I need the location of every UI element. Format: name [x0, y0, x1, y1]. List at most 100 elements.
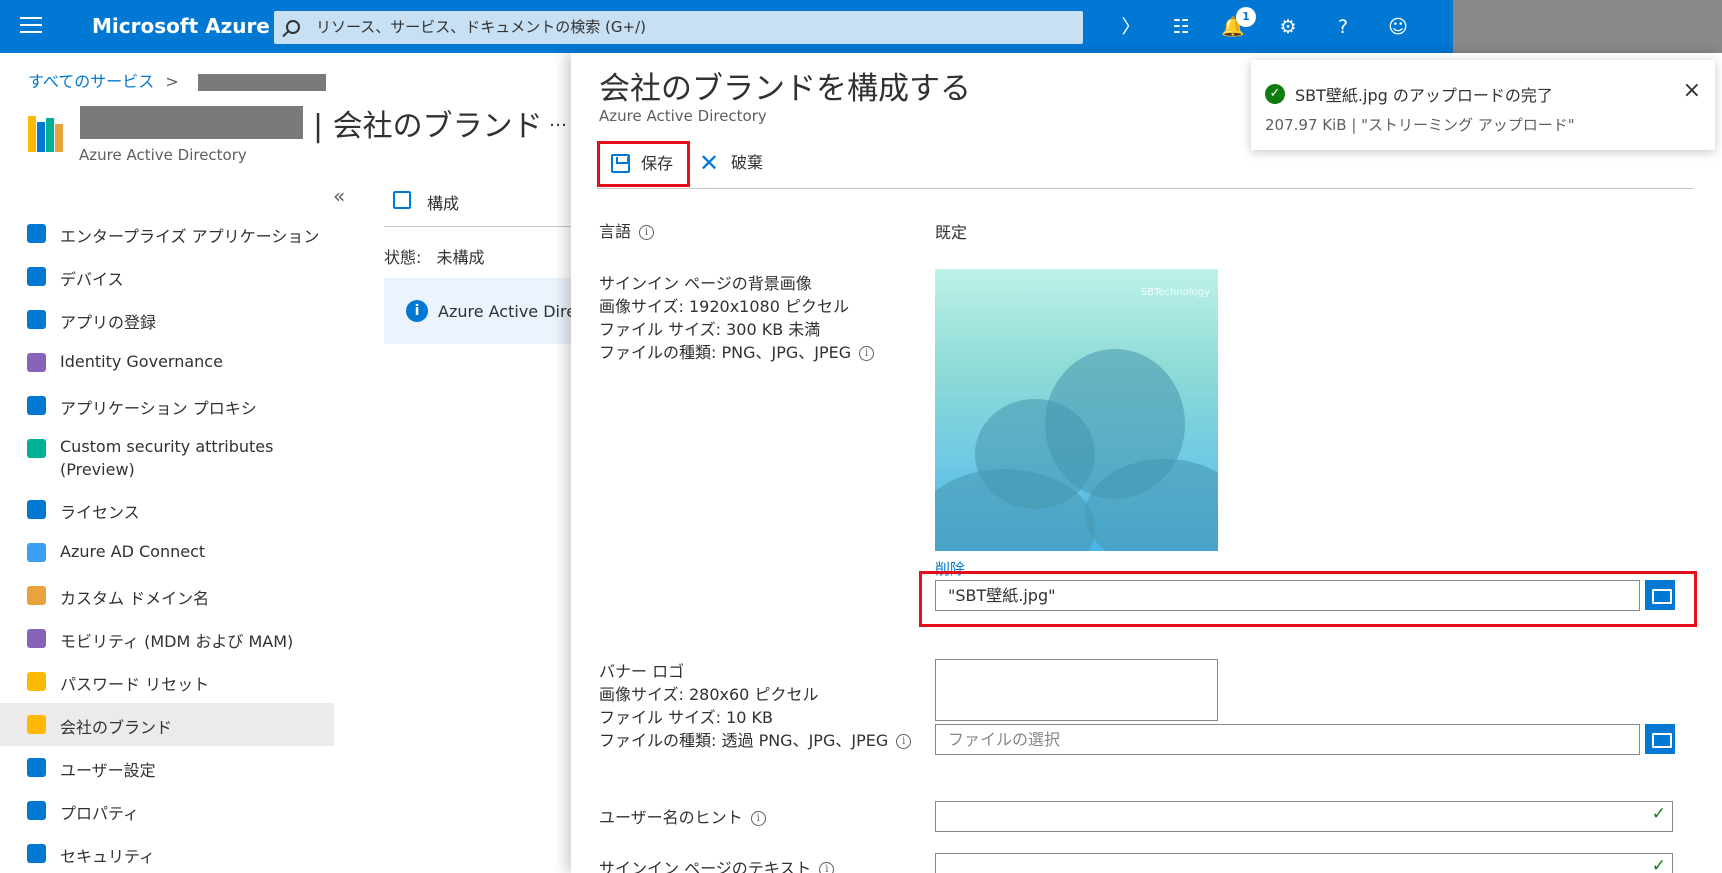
discard-button[interactable]: ✕ 破棄 [699, 151, 763, 175]
toast-message: 207.97 KiB | "ストリーミング アップロード" [1265, 116, 1575, 134]
collapse-sidebar-icon[interactable]: « [333, 184, 345, 208]
sidebar-item-custom-domains[interactable]: カスタム ドメイン名 [0, 574, 334, 617]
search-icon [286, 20, 300, 34]
username-hint-label-row: ユーザー名のヒント i [599, 806, 766, 829]
configure-button[interactable]: 構成 [427, 190, 459, 214]
info-icon[interactable]: i [819, 862, 835, 873]
security-icon [27, 844, 46, 863]
banner-label-filesize: ファイル サイズ: 10 KB [599, 708, 773, 727]
close-icon: ✕ [699, 149, 720, 177]
info-icon: i [406, 300, 428, 322]
panel-subtitle: Azure Active Directory [599, 107, 767, 125]
mobility-icon [27, 629, 46, 648]
sidebar-item-devices[interactable]: デバイス [0, 255, 334, 298]
ad-connect-icon [27, 543, 46, 562]
background-image-preview: SBTechnology [935, 269, 1218, 551]
configure-branding-panel: 会社のブランドを構成する Azure Active Directory 保存 ✕… [571, 53, 1722, 873]
info-icon[interactable]: i [639, 225, 655, 240]
search-input[interactable]: リソース、サービス、ドキュメントの検索 (G+/) [274, 11, 1083, 44]
bg-label-filesize: ファイル サイズ: 300 KB 未満 [599, 320, 821, 339]
sidebar-item-user-settings[interactable]: ユーザー設定 [0, 746, 334, 789]
licenses-icon [27, 500, 46, 519]
tenant-name-redacted [80, 106, 303, 139]
hamburger-menu-icon[interactable] [20, 17, 42, 35]
banner-label-types: ファイルの種類: 透過 PNG、JPG、JPEG i [599, 729, 912, 752]
panel-title: 会社のブランドを構成する [599, 71, 971, 107]
settings-gear-icon[interactable]: ⚙ [1275, 14, 1301, 40]
save-icon [611, 154, 630, 173]
browse-folder-icon[interactable] [1645, 580, 1675, 610]
info-text: Azure Active Directory [438, 302, 574, 321]
breadcrumb-all-services[interactable]: すべてのサービス [28, 72, 154, 91]
cloud-shell-icon[interactable]: 〉 [1118, 14, 1144, 40]
language-value: 既定 [935, 223, 968, 242]
security-attributes-icon [27, 439, 46, 458]
blade-subtitle: Azure Active Directory [79, 146, 247, 164]
close-icon[interactable]: × [1683, 78, 1701, 103]
bg-image-label: サインイン ページの背景画像 画像サイズ: 1920x1080 ピクセル ファイ… [599, 272, 875, 364]
bg-label-title: サインイン ページの背景画像 [599, 274, 812, 293]
identity-governance-icon [27, 353, 46, 372]
sidebar-item-company-branding[interactable]: 会社のブランド [0, 703, 334, 746]
save-label: 保存 [641, 154, 674, 173]
feedback-icon[interactable]: ☺ [1385, 14, 1411, 40]
signin-text-label: サインイン ページのテキスト [599, 859, 812, 873]
app-registrations-icon [27, 310, 46, 329]
bg-label-size: 画像サイズ: 1920x1080 ピクセル [599, 297, 849, 316]
divider [384, 226, 574, 227]
browse-folder-icon[interactable] [1645, 724, 1675, 754]
save-button[interactable]: 保存 [597, 141, 690, 187]
search-placeholder: リソース、サービス、ドキュメントの検索 (G+/) [316, 18, 646, 36]
blade-title: | 会社のブランド [313, 109, 543, 144]
banner-logo-label: バナー ロゴ 画像サイズ: 280x60 ピクセル ファイル サイズ: 10 K… [599, 660, 912, 752]
banner-logo-preview [935, 659, 1218, 721]
info-icon[interactable]: i [750, 811, 766, 826]
sidebar-item-app-proxy[interactable]: アプリケーション プロキシ [0, 384, 334, 427]
more-options-icon[interactable]: … [549, 110, 567, 131]
sidebar-item-properties[interactable]: プロパティ [0, 789, 334, 832]
language-label-row: 言語 i [599, 220, 655, 243]
sidebar-item-password-reset[interactable]: パスワード リセット [0, 660, 334, 703]
banner-label-title: バナー ロゴ [599, 662, 685, 681]
directory-filter-icon[interactable]: ☷ [1168, 14, 1194, 40]
bg-image-brand: SBTechnology [1140, 287, 1210, 298]
sidebar-item-licenses[interactable]: ライセンス [0, 488, 334, 531]
toast-title: SBT壁紙.jpg のアップロードの完了 [1295, 86, 1553, 105]
info-icon[interactable]: i [859, 346, 875, 361]
breadcrumb-separator: > [165, 72, 179, 91]
breadcrumb-redacted[interactable] [197, 74, 326, 91]
info-banner: i Azure Active Directory [384, 278, 574, 344]
success-check-icon: ✓ [1265, 84, 1285, 104]
username-hint-input[interactable]: ✓ [935, 801, 1673, 832]
sidebar-item-app-registrations[interactable]: アプリの登録 [0, 298, 334, 341]
bg-label-types: ファイルの種類: PNG、JPG、JPEG i [599, 341, 875, 364]
breadcrumb: すべてのサービス > [28, 68, 326, 92]
sidebar-item-identity-governance[interactable]: Identity Governance [0, 341, 334, 384]
sidebar-nav: エンタープライズ アプリケーション デバイス アプリの登録 Identity G… [0, 212, 334, 873]
info-icon[interactable]: i [896, 734, 912, 749]
signin-text-input[interactable]: ✓ [935, 853, 1673, 873]
language-label: 言語 [599, 222, 632, 241]
company-branding-icon [27, 715, 46, 734]
banner-file-input[interactable]: ファイルの選択 [935, 724, 1640, 755]
signin-text-label-row: サインイン ページのテキスト i [599, 857, 835, 873]
check-icon: ✓ [1651, 856, 1666, 873]
devices-icon [27, 267, 46, 286]
azure-portal: Microsoft Azure リソース、サービス、ドキュメントの検索 (G+/… [0, 0, 1722, 873]
help-icon[interactable]: ? [1330, 14, 1356, 40]
brand-title[interactable]: Microsoft Azure [92, 14, 270, 38]
sidebar-item-ad-connect[interactable]: Azure AD Connect [0, 531, 334, 574]
sidebar-item-security[interactable]: セキュリティ [0, 832, 334, 873]
bg-file-input[interactable]: "SBT壁紙.jpg" [935, 580, 1640, 611]
banner-label-size: 画像サイズ: 280x60 ピクセル [599, 685, 819, 704]
properties-icon [27, 801, 46, 820]
toolbar-divider [597, 188, 1694, 189]
account-area-redacted[interactable] [1453, 0, 1722, 53]
sidebar-item-mobility[interactable]: モビリティ (MDM および MAM) [0, 617, 334, 660]
state-value: 未構成 [436, 248, 485, 267]
password-reset-icon [27, 672, 46, 691]
sidebar-item-enterprise-apps[interactable]: エンタープライズ アプリケーション [0, 212, 334, 255]
sidebar-item-custom-security-attributes[interactable]: Custom security attributes (Preview) [0, 427, 334, 488]
configure-icon [393, 191, 411, 209]
app-proxy-icon [27, 396, 46, 415]
